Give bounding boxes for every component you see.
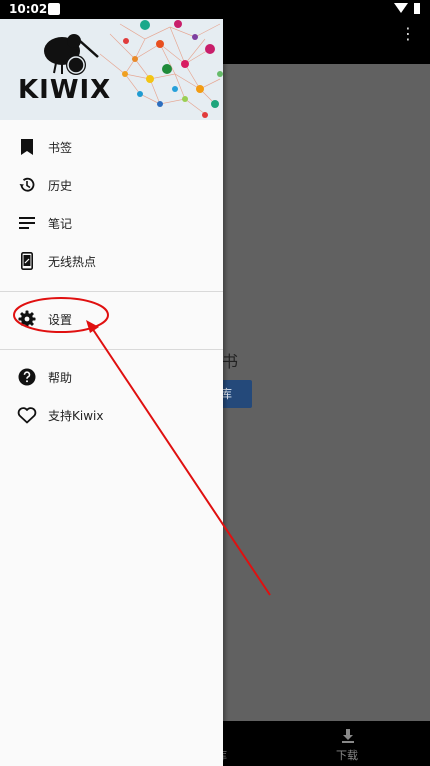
drawer-item-label: 书签 bbox=[48, 140, 73, 155]
status-time: 10:02 bbox=[9, 2, 48, 16]
notes-icon bbox=[17, 213, 37, 233]
drawer-item-label: 设置 bbox=[48, 312, 73, 327]
drawer-header: KIWIX bbox=[0, 19, 223, 120]
drawer-divider bbox=[0, 291, 223, 292]
drawer-item-label: 笔记 bbox=[48, 216, 73, 231]
drawer-item-label: 支持Kiwix bbox=[48, 408, 104, 423]
drawer-item-hotspot[interactable]: 无线热点 bbox=[0, 242, 223, 280]
drawer-item-bookmarks[interactable]: 书签 bbox=[0, 128, 223, 166]
drawer-divider bbox=[0, 349, 223, 350]
gear-icon bbox=[17, 309, 37, 329]
kiwix-logo-text: KIWIX bbox=[18, 75, 112, 105]
history-icon bbox=[17, 175, 37, 195]
drawer-item-help[interactable]: 帮助 bbox=[0, 358, 223, 396]
hotspot-icon bbox=[17, 251, 37, 271]
bottom-nav-download[interactable]: 下载 bbox=[336, 747, 358, 763]
drawer-item-label: 帮助 bbox=[48, 370, 73, 385]
drawer-menu: 书签 历史 笔记 无线热点 设置 帮助 支持Kiwix bbox=[0, 120, 223, 434]
battery-icon bbox=[414, 3, 420, 14]
overflow-menu-icon[interactable]: ⋮ bbox=[400, 26, 416, 42]
drawer-item-support[interactable]: 支持Kiwix bbox=[0, 396, 223, 434]
notification-icon bbox=[48, 3, 60, 15]
drawer-item-label: 无线热点 bbox=[48, 254, 97, 269]
wifi-icon bbox=[394, 3, 408, 13]
navigation-drawer: KIWIX 书签 历史 笔记 无线热点 设置 帮助 支持Kiwix bbox=[0, 19, 223, 766]
heart-icon bbox=[17, 405, 37, 425]
bookmark-icon bbox=[17, 137, 37, 157]
status-bar: 10:02 bbox=[0, 0, 430, 19]
kiwi-logo-icon bbox=[44, 34, 99, 75]
help-icon bbox=[17, 367, 37, 387]
download-icon[interactable] bbox=[341, 729, 355, 743]
drawer-item-settings[interactable]: 设置 bbox=[0, 300, 223, 338]
drawer-item-notes[interactable]: 笔记 bbox=[0, 204, 223, 242]
drawer-item-history[interactable]: 历史 bbox=[0, 166, 223, 204]
drawer-item-label: 历史 bbox=[48, 178, 73, 193]
